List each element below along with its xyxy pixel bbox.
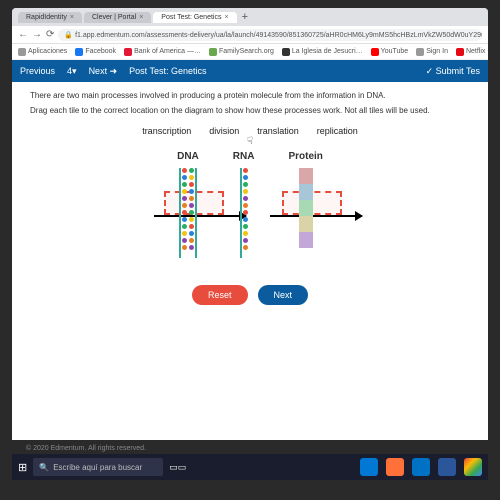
close-icon[interactable]: × xyxy=(139,14,143,21)
dna-column: DNA xyxy=(177,151,199,258)
browser-window: RapidIdentity× Clever | Portal× Post Tes… xyxy=(12,8,488,440)
tile-translation[interactable]: translation xyxy=(257,126,299,136)
bank-icon xyxy=(124,48,132,56)
bookmark-familysearch[interactable]: FamilySearch.org xyxy=(209,48,274,56)
apps-icon xyxy=(18,48,26,56)
instruction-line-1: There are two main processes involved in… xyxy=(30,90,470,101)
prev-button[interactable]: Previous xyxy=(20,66,55,76)
bookmark-youtube[interactable]: YouTube xyxy=(371,48,409,56)
netflix-icon xyxy=(456,48,464,56)
next-button[interactable]: Next ➜ xyxy=(89,66,118,77)
tab-genetics[interactable]: Post Test: Genetics× xyxy=(153,12,236,23)
reload-icon[interactable]: ⟳ xyxy=(46,29,54,40)
youtube-icon xyxy=(371,48,379,56)
mail-icon[interactable] xyxy=(412,458,430,476)
rna-column: RNA xyxy=(233,151,255,258)
dna-label: DNA xyxy=(177,151,199,162)
bookmark-netflix[interactable]: Netflix xyxy=(456,48,485,56)
tile-transcription[interactable]: transcription xyxy=(142,126,191,136)
forward-icon[interactable]: → xyxy=(32,29,42,40)
new-tab-icon[interactable]: + xyxy=(242,11,248,23)
instruction-line-2: Drag each tile to the correct location o… xyxy=(30,105,470,116)
tab-strip: RapidIdentity× Clever | Portal× Post Tes… xyxy=(12,8,488,26)
protein-column: Protein xyxy=(288,151,322,248)
search-icon: 🔍 xyxy=(39,463,49,472)
taskbar-apps xyxy=(360,458,482,476)
tile-division[interactable]: division xyxy=(209,126,239,136)
church-icon xyxy=(282,48,290,56)
question-content: There are two main processes involved in… xyxy=(12,82,488,440)
bookmark-apps[interactable]: Aplicaciones xyxy=(18,48,67,56)
bookmark-boa[interactable]: Bank of America —… xyxy=(124,48,201,56)
arrow-right-icon: ➜ xyxy=(110,66,118,76)
submit-button[interactable]: ✓ Submit Tes xyxy=(426,66,480,77)
diagram: DNA RNA Protein xyxy=(30,151,470,271)
taskbar-search[interactable]: 🔍 Escribe aquí para buscar xyxy=(33,458,163,476)
close-icon[interactable]: × xyxy=(70,14,74,21)
chrome-icon[interactable] xyxy=(464,458,482,476)
next-button[interactable]: Next xyxy=(258,285,309,305)
bookmarks-bar: Aplicaciones Facebook Bank of America —…… xyxy=(12,44,488,60)
address-bar-row: ← → ⟳ 🔒 f1.app.edmentum.com/assessments-… xyxy=(12,26,488,44)
task-view-icon[interactable]: ▭▭ xyxy=(169,462,186,473)
protein-label: Protein xyxy=(288,151,322,162)
rna-label: RNA xyxy=(233,151,255,162)
lock-icon: 🔒 xyxy=(64,32,73,39)
button-row: Reset Next xyxy=(30,285,470,305)
reset-button[interactable]: Reset xyxy=(192,285,248,305)
back-icon[interactable]: ← xyxy=(18,29,28,40)
word-icon[interactable] xyxy=(438,458,456,476)
close-icon[interactable]: × xyxy=(224,14,228,21)
bookmark-signin[interactable]: Sign In xyxy=(416,48,448,56)
bookmark-facebook[interactable]: Facebook xyxy=(75,48,116,56)
bookmark-church[interactable]: La Iglesia de Jesucri… xyxy=(282,48,363,56)
tab-rapididentity[interactable]: RapidIdentity× xyxy=(18,12,82,23)
question-number[interactable]: 4▾ xyxy=(67,66,77,77)
firefox-icon[interactable] xyxy=(386,458,404,476)
tree-icon xyxy=(209,48,217,56)
edge-icon[interactable] xyxy=(360,458,378,476)
tile-replication[interactable]: replication xyxy=(317,126,358,136)
signin-icon xyxy=(416,48,424,56)
app-header: Previous 4▾ Next ➜ Post Test: Genetics ✓… xyxy=(12,60,488,82)
copyright-footer: © 2020 Edmentum. All rights reserved. xyxy=(26,445,146,452)
windows-taskbar: ⊞ 🔍 Escribe aquí para buscar ▭▭ xyxy=(12,454,488,480)
tile-bank: transcription division translation repli… xyxy=(30,126,470,136)
address-bar[interactable]: 🔒 f1.app.edmentum.com/assessments-delive… xyxy=(58,29,482,41)
page-title: Post Test: Genetics xyxy=(129,66,206,76)
tab-clever[interactable]: Clever | Portal× xyxy=(84,12,151,23)
windows-start-icon[interactable]: ⊞ xyxy=(18,461,27,474)
hand-cursor-icon: ☟ xyxy=(30,136,470,147)
facebook-icon xyxy=(75,48,83,56)
